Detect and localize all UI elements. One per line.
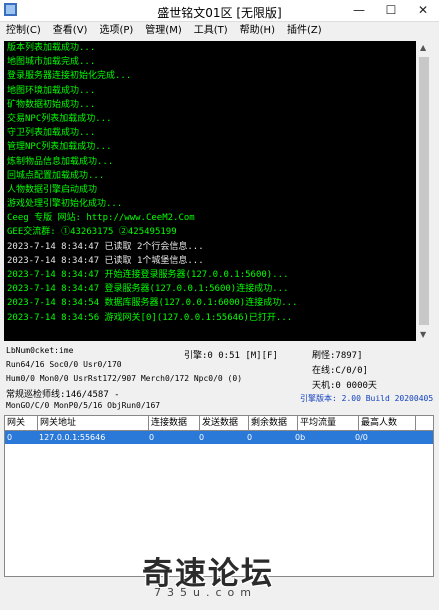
menu-help[interactable]: 帮助(H): [234, 22, 281, 40]
log-line: Ceeg 专版 网站: http://www.CeeM2.Com: [7, 213, 195, 224]
log-line: 回城点配置加载成功...: [7, 170, 105, 181]
log-line: 守卫列表加载成功...: [7, 128, 96, 139]
log-line: 地图城市加载完成...: [7, 57, 96, 68]
log-line: 版本列表加载成功...: [7, 43, 96, 53]
cell-max-users: 0/0: [355, 433, 368, 442]
log-line: 管理NPC列表加载成功...: [7, 142, 112, 153]
watermark-logo: 奇速论坛 735u.com: [142, 548, 302, 604]
menu-plugins[interactable]: 插件(Z): [281, 22, 328, 40]
menu-view[interactable]: 查看(V): [47, 22, 94, 40]
status-days: 天机:0 0000天: [312, 381, 377, 391]
log-line: 2023-7-14 8:34:47 开始连接登录服务器(127.0.0.1:56…: [7, 270, 289, 280]
scroll-up-icon[interactable]: ▲: [420, 43, 426, 52]
table-header: 网关 网关地址 连接数据 发送数据 剩余数据 平均流量 最高人数: [5, 416, 433, 431]
status-online: 在线:C/0/0]: [312, 366, 368, 376]
scroll-down-icon[interactable]: ▼: [420, 330, 426, 339]
cell-address: 127.0.0.1:55646: [39, 433, 106, 442]
status-inspect: 常规巡检师线:146/4587 -: [6, 390, 120, 400]
minimize-button[interactable]: —: [343, 0, 375, 21]
maximize-button[interactable]: ☐: [375, 0, 407, 21]
status-hum: Hum0/0 Mon0/0 UsrRst172/907 Merch0/172 N…: [6, 374, 243, 383]
status-panel: LbNum0cket:ime 引擎:0 0:51 [M][F] 刷怪:7897]…: [0, 344, 439, 412]
title-bar: 盛世铭文01区 [无限版] — ☐ ✕: [0, 0, 439, 22]
log-line: 登录服务器连接初始化完成...: [7, 71, 132, 82]
close-button[interactable]: ✕: [407, 0, 439, 21]
col-send-data[interactable]: 发送数据: [200, 416, 249, 430]
log-line: GEE交流群: ①43263175 ②425495199: [7, 227, 177, 238]
menu-control[interactable]: 控制(C): [0, 22, 47, 40]
status-socket: LbNum0cket:ime: [6, 346, 74, 355]
log-line: 炼制物品信息加载成功...: [7, 156, 114, 167]
log-line: 交易NPC列表加载成功...: [7, 113, 112, 124]
cell-gateway: 0: [7, 433, 13, 442]
status-engine: 引擎:0 0:51 [M][F]: [184, 351, 278, 361]
col-max-users[interactable]: 最高人数: [359, 416, 416, 430]
log-console[interactable]: 版本列表加载成功... 地图城市加载完成... 登录服务器连接初始化完成... …: [4, 41, 432, 341]
cell-avg-flow: 0b: [295, 433, 306, 442]
log-line: 2023-7-14 8:34:47 已读取 2个行会信息...: [7, 241, 204, 252]
log-line: 2023-7-14 8:34:47 已读取 1个城堡信息...: [7, 255, 204, 266]
log-line: 2023-7-14 8:34:56 游戏网关[0](127.0.0.1:5564…: [7, 312, 293, 323]
status-monster: MonGO/C/0 MonP0/5/16 ObjRun0/167: [6, 401, 161, 410]
menu-bar: 控制(C) 查看(V) 选项(P) 管理(M) 工具(T) 帮助(H) 插件(Z…: [0, 22, 439, 40]
menu-manage[interactable]: 管理(M): [139, 22, 187, 40]
log-line: 人物数据引擎启动成功: [7, 184, 98, 195]
cell-conn-data: 0: [149, 433, 155, 442]
cell-remain-data: 0: [247, 433, 253, 442]
table-row[interactable]: 0 127.0.0.1:55646 0 0 0 0b 0/0: [5, 431, 433, 444]
menu-options[interactable]: 选项(P): [93, 22, 139, 40]
status-refresh: 刷怪:7897]: [312, 351, 363, 361]
col-avg-flow[interactable]: 平均流量: [298, 416, 359, 430]
console-scrollbar[interactable]: ▲ ▼: [416, 41, 432, 341]
scroll-thumb[interactable]: [419, 57, 429, 325]
col-address[interactable]: 网关地址: [38, 416, 149, 430]
log-line: 2023-7-14 8:34:47 登录服务器(127.0.0.1:5600)连…: [7, 284, 289, 295]
log-line: 地图环境加载成功...: [7, 85, 96, 96]
col-remain-data[interactable]: 剩余数据: [249, 416, 298, 430]
cell-send-data: 0: [199, 433, 205, 442]
log-line: 2023-7-14 8:34:54 数据库服务器(127.0.0.1:6000)…: [7, 298, 298, 309]
status-version: 引擎版本: 2.00 Build 20200405: [300, 394, 434, 403]
log-line: 游戏处理引擎初始化成功...: [7, 199, 123, 210]
col-gateway[interactable]: 网关: [5, 416, 38, 430]
col-conn-data[interactable]: 连接数据: [149, 416, 200, 430]
watermark-url: 735u.com: [154, 586, 257, 599]
menu-tools[interactable]: 工具(T): [188, 22, 234, 40]
log-line: 矿物数据初始成功...: [7, 99, 96, 110]
status-run: Run64/16 Soc0/0 Usr0/170: [6, 360, 122, 369]
